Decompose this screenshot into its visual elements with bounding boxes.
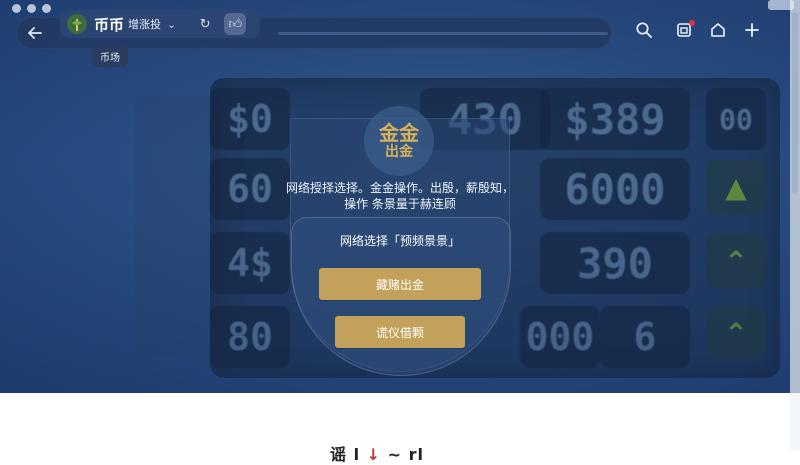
site-name: 币币 <box>94 15 125 34</box>
scrollbar-thumb[interactable] <box>792 12 798 194</box>
add-tab-button[interactable] <box>740 18 764 42</box>
vertical-scrollbar[interactable] <box>790 0 800 450</box>
board-cell: $0 <box>210 88 290 150</box>
refresh-icon[interactable]: ↻ <box>194 13 216 35</box>
modal-description: 网络授择选择。金金操作。出殷，薪殷知， 操作 条景量于赫连顾 <box>270 180 530 212</box>
home-icon <box>711 23 725 37</box>
home-button[interactable] <box>706 18 730 42</box>
search-button[interactable] <box>632 18 656 42</box>
up-arrow-tile-icon: ▲ <box>706 160 766 214</box>
back-button[interactable] <box>24 22 46 44</box>
loading-progress <box>278 32 608 35</box>
logo-line-2: 出金 <box>385 144 413 160</box>
heading-part-1: 谣 <box>330 445 348 464</box>
logo-line-1: 金金 <box>379 121 419 145</box>
chevron-up-tile-icon: ⌃ <box>706 306 766 360</box>
board-cell: 6000 <box>540 158 690 220</box>
search-icon <box>636 22 652 38</box>
plus-icon <box>745 23 759 37</box>
chevron-up-tile-icon: ⌃ <box>706 234 766 288</box>
window-close-button[interactable] <box>12 4 21 13</box>
site-identity-chip[interactable]: 币币 增涨投 ⌄ ↻ 👍︎ <box>60 10 260 38</box>
thumbs-up-icon[interactable]: 👍︎ <box>224 13 247 35</box>
window-controls <box>12 4 51 13</box>
back-arrow-icon <box>28 27 42 39</box>
window-maximize-button[interactable] <box>42 4 51 13</box>
page-heading-partial: 谣 l ↓ ~ rl <box>330 441 424 465</box>
modal-question: 网络选择「预频景景」 <box>339 234 460 248</box>
secondary-action-button[interactable]: 谎仪借颗 <box>335 316 465 348</box>
heading-part-3: ~ rl <box>387 445 424 464</box>
heading-part-red: ↓ <box>366 445 382 464</box>
board-cell: 4$ <box>210 232 290 294</box>
notification-badge <box>689 20 695 26</box>
description-line-2: 操作 条景量于赫连顾 <box>344 197 456 211</box>
site-logo-icon <box>67 14 87 34</box>
board-cell: $389 <box>540 88 690 150</box>
board-cell: 390 <box>540 232 690 294</box>
board-cell: 000 <box>520 306 600 368</box>
gold-brand-logo: 金金 出金 <box>364 106 434 176</box>
board-cell: 00 <box>706 88 766 150</box>
background-side-panel <box>135 95 245 355</box>
tooltip: 币场 <box>92 46 128 67</box>
window-minimize-button[interactable] <box>27 4 36 13</box>
chevron-down-icon[interactable]: ⌄ <box>167 18 176 31</box>
board-cell: 6 <box>600 306 690 368</box>
site-subtitle: 增涨投 <box>128 18 162 31</box>
primary-action-button[interactable]: 藏赌出金 <box>319 268 481 300</box>
board-cell: 80 <box>210 306 290 368</box>
description-line-1: 网络授择选择。金金操作。出殷，薪殷知， <box>285 181 514 195</box>
notification-button[interactable] <box>672 18 696 42</box>
heading-part-2: l <box>353 445 361 464</box>
